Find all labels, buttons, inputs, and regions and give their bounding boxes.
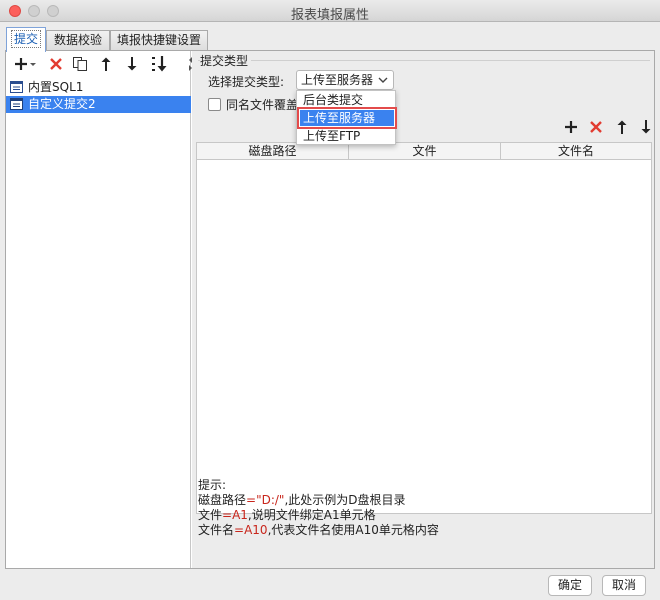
table-header: 磁盘路径 文件 文件名 — [197, 143, 651, 160]
hint-line: 文件名=A10,代表文件名使用A10单元格内容 — [198, 523, 439, 537]
group-divider — [198, 60, 650, 61]
delete-icon — [590, 121, 602, 133]
ok-button[interactable]: 确定 — [548, 575, 592, 596]
overwrite-checkbox-row[interactable]: 同名文件覆盖 — [208, 97, 298, 113]
move-down-icon — [641, 120, 651, 134]
add-icon — [565, 121, 577, 133]
delete-row-button[interactable] — [586, 117, 606, 137]
hint-text: 提示: 磁盘路径="D:/",此处示例为D盘根目录 文件=A1,说明文件绑定A1… — [198, 478, 439, 538]
delete-button[interactable] — [46, 54, 66, 74]
custom-submit-icon — [10, 98, 23, 110]
list-item-builtin-sql[interactable]: 内置SQL1 — [6, 79, 191, 96]
copy-icon — [73, 57, 87, 71]
submit-type-dropdown: 后台类提交 上传至服务器 上传至FTP — [296, 90, 397, 145]
submit-type-select[interactable]: 上传至服务器 — [296, 70, 394, 90]
submit-list-pane: 内置SQL1 自定义提交2 — [6, 51, 192, 568]
copy-button[interactable] — [70, 54, 90, 74]
submit-settings-pane: 提交类型 选择提交类型: 上传至服务器 同名文件覆盖 后台类提交 上传至服务器 … — [192, 51, 654, 568]
submit-type-value: 上传至服务器 — [301, 73, 374, 87]
title-bar: 报表填报属性 — [0, 0, 660, 23]
list-item-label: 自定义提交2 — [28, 97, 96, 111]
submit-type-label: 选择提交类型: — [208, 75, 285, 89]
option-upload-ftp[interactable]: 上传至FTP — [300, 128, 394, 144]
move-up-button[interactable] — [96, 54, 116, 74]
overwrite-label: 同名文件覆盖 — [226, 98, 299, 112]
overwrite-checkbox[interactable] — [208, 98, 221, 111]
submit-type-group-title: 提交类型 — [200, 52, 252, 69]
cancel-button[interactable]: 取消 — [602, 575, 646, 596]
option-backend-submit[interactable]: 后台类提交 — [300, 92, 394, 108]
list-item-custom-submit[interactable]: 自定义提交2 — [6, 96, 191, 113]
add-row-button[interactable] — [561, 117, 581, 137]
sort-icon — [152, 56, 167, 72]
move-row-down-button[interactable] — [636, 117, 656, 137]
tab-shortcut-settings[interactable]: 填报快捷键设置 — [110, 30, 208, 51]
hint-line: 磁盘路径="D:/",此处示例为D盘根目录 — [198, 493, 406, 507]
move-up-icon — [101, 57, 111, 71]
column-disk-path[interactable]: 磁盘路径 — [197, 143, 349, 160]
move-row-up-button[interactable] — [612, 117, 632, 137]
move-down-button[interactable] — [122, 54, 142, 74]
column-file[interactable]: 文件 — [349, 143, 501, 160]
option-upload-server[interactable]: 上传至服务器 — [297, 107, 397, 129]
move-down-icon — [127, 57, 137, 71]
hint-title: 提示: — [198, 478, 227, 492]
add-icon — [15, 58, 36, 70]
sort-button[interactable] — [150, 54, 170, 74]
submit-list: 内置SQL1 自定义提交2 — [6, 79, 191, 113]
hint-line: 文件=A1,说明文件绑定A1单元格 — [198, 508, 376, 522]
tab-data-validation[interactable]: 数据校验 — [46, 30, 110, 51]
sql-icon — [10, 81, 23, 93]
tab-submit[interactable]: 提交 — [6, 27, 46, 52]
column-file-name[interactable]: 文件名 — [501, 143, 651, 160]
left-toolbar — [6, 51, 192, 77]
window-title: 报表填报属性 — [290, 8, 369, 23]
list-item-label: 内置SQL1 — [28, 80, 84, 94]
file-mapping-table[interactable]: 磁盘路径 文件 文件名 — [196, 142, 652, 514]
move-up-icon — [617, 120, 627, 134]
tab-content: 内置SQL1 自定义提交2 提交类型 选择提交类型: 上传至服务器 同名文件覆盖… — [5, 50, 655, 569]
add-button[interactable] — [12, 54, 38, 74]
chevron-down-icon — [378, 77, 388, 83]
delete-icon — [50, 58, 62, 70]
